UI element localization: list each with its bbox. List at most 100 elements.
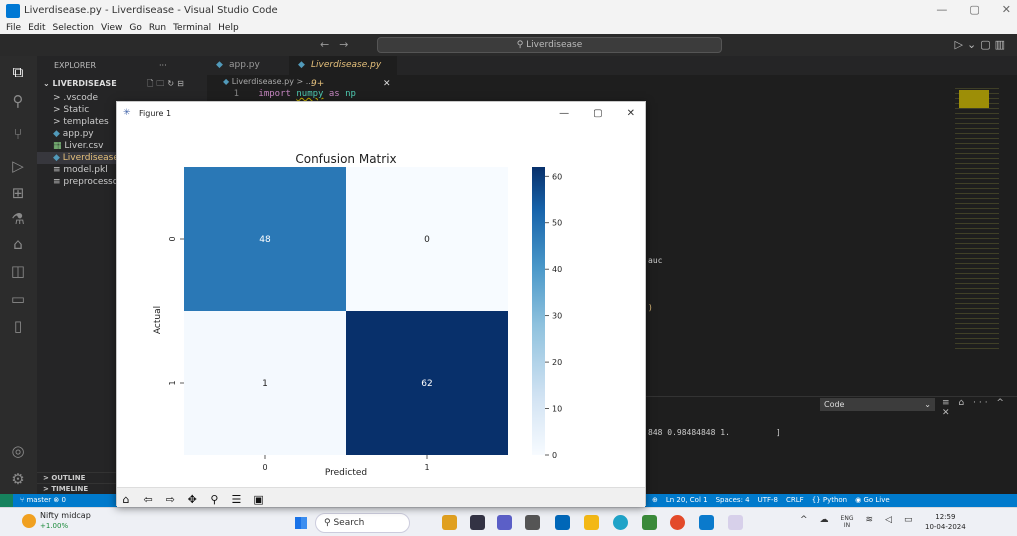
status-encoding[interactable]: UTF-8 bbox=[758, 494, 778, 507]
nav-arrows-icon[interactable]: ←→ bbox=[320, 38, 358, 51]
status-golive[interactable]: ◉ Go Live bbox=[855, 494, 890, 507]
save-icon[interactable]: ▣ bbox=[252, 493, 266, 507]
news-title: Nifty midcap bbox=[40, 511, 91, 520]
colorbar-tick-label: 0 bbox=[552, 451, 557, 460]
breadcrumb-path[interactable]: Liverdisease.py > ... bbox=[232, 77, 314, 86]
source-control-icon[interactable]: ⑂ bbox=[8, 124, 28, 144]
explorer-icon[interactable]: ⧉ bbox=[8, 62, 28, 82]
file-explorer-icon[interactable] bbox=[584, 515, 599, 530]
tab-liverdisease-py[interactable]: ◆ Liverdisease.py 9+ ✕ bbox=[289, 56, 397, 89]
command-search-text: Liverdisease bbox=[526, 40, 583, 50]
widgets-app-icon[interactable] bbox=[442, 515, 457, 530]
settings-gear-icon[interactable]: ⚙ bbox=[8, 469, 28, 489]
zoom-icon[interactable]: ⚲ bbox=[207, 493, 221, 507]
status-position[interactable]: Ln 20, Col 1 bbox=[666, 494, 708, 507]
close-button[interactable]: ✕ bbox=[1002, 3, 1011, 16]
status-eol[interactable]: CRLF bbox=[786, 494, 804, 507]
task-view-icon[interactable] bbox=[470, 515, 485, 530]
status-errors[interactable]: ⊗ 0 bbox=[53, 496, 66, 504]
copilot-icon[interactable] bbox=[525, 515, 540, 530]
code-fragment-paren: ) bbox=[648, 303, 653, 312]
search-icon: ⚲ bbox=[516, 40, 527, 50]
window-controls: — ▢ ✕ bbox=[936, 3, 1011, 16]
notebook-icon[interactable]: ▯ bbox=[8, 316, 28, 336]
forward-icon[interactable]: ⇨ bbox=[163, 493, 177, 507]
remote-icon[interactable]: ⌂ bbox=[8, 234, 28, 254]
teams-icon[interactable] bbox=[497, 515, 512, 530]
extensions-icon[interactable]: ⊞ bbox=[8, 183, 28, 203]
terminal-panel-header: Code ⌄ ≡ ⌂ ··· ^ ✕ bbox=[646, 396, 1017, 418]
news-widget[interactable]: Nifty midcap +1.00% bbox=[40, 511, 91, 531]
pan-icon[interactable]: ✥ bbox=[185, 493, 199, 507]
status-spaces[interactable]: Spaces: 4 bbox=[716, 494, 750, 507]
news-widget-icon[interactable] bbox=[22, 514, 36, 528]
folder-name: LIVERDISEASE bbox=[52, 79, 117, 88]
python-figure-taskbar-icon[interactable] bbox=[728, 515, 743, 530]
panel-actions-icon[interactable]: ≡ ⌂ ··· ^ ✕ bbox=[942, 398, 1017, 418]
x-axis-label: Predicted bbox=[325, 468, 367, 478]
figure-titlebar: ✳ Figure 1 — ▢ ✕ bbox=[117, 102, 645, 125]
menu-edit[interactable]: Edit bbox=[28, 23, 45, 33]
maximize-button[interactable]: ▢ bbox=[969, 3, 979, 16]
settings-icon[interactable]: ☰ bbox=[229, 493, 243, 507]
edge-icon[interactable] bbox=[613, 515, 628, 530]
close-tab-icon[interactable]: ✕ bbox=[383, 75, 391, 94]
chrome-icon[interactable] bbox=[670, 515, 685, 530]
status-language[interactable]: {} Python bbox=[812, 494, 847, 507]
battery-icon[interactable]: ▭ bbox=[904, 515, 913, 529]
folder-header[interactable]: ⌄ LIVERDISEASE 🗋🗀↻⊟ bbox=[37, 76, 207, 92]
volume-icon[interactable]: ◁ bbox=[885, 515, 892, 529]
back-icon[interactable]: ⇦ bbox=[141, 493, 155, 507]
heatmap-value-label: 1 bbox=[262, 379, 268, 389]
menu-file[interactable]: File bbox=[6, 23, 21, 33]
remote-indicator-icon[interactable] bbox=[0, 494, 13, 507]
language-indicator[interactable]: ENG IN bbox=[841, 515, 854, 529]
status-branch[interactable]: master bbox=[26, 496, 51, 504]
chevron-down-icon: ⌄ bbox=[924, 400, 931, 409]
explorer-more-icon[interactable]: ··· bbox=[159, 56, 167, 76]
docker-icon[interactable]: ▭ bbox=[8, 289, 28, 309]
cloud-icon[interactable]: ☁ bbox=[820, 515, 829, 529]
vscode-taskbar-icon[interactable] bbox=[699, 515, 714, 530]
window-title: Liverdisease.py - Liverdisease - Visual … bbox=[24, 5, 278, 16]
folder-actions-icon[interactable]: 🗋🗀↻⊟ bbox=[147, 76, 187, 92]
colorbar-tick-label: 50 bbox=[552, 219, 562, 228]
menu-help[interactable]: Help bbox=[218, 23, 239, 33]
figure-close-button[interactable]: ✕ bbox=[627, 102, 635, 125]
chart-title: Confusion Matrix bbox=[295, 152, 396, 166]
command-search-input[interactable]: ⚲ Liverdisease bbox=[377, 37, 722, 53]
colorbar bbox=[532, 167, 545, 455]
account-icon[interactable]: ◎ bbox=[8, 441, 28, 461]
tab-app-py[interactable]: ◆ app.py bbox=[207, 56, 289, 75]
menu-terminal[interactable]: Terminal bbox=[173, 23, 211, 33]
figure-window: ✳ Figure 1 — ▢ ✕ Confusion Matrix 48 0 1… bbox=[116, 101, 646, 507]
terminal-select[interactable]: Code ⌄ bbox=[820, 398, 935, 411]
figure-minimize-button[interactable]: — bbox=[559, 102, 569, 125]
python-file-icon: ◆ bbox=[216, 60, 223, 70]
windows-start-icon[interactable] bbox=[295, 517, 307, 529]
run-debug-icon[interactable]: ▷ bbox=[8, 156, 28, 176]
store-icon[interactable] bbox=[555, 515, 570, 530]
menu-selection[interactable]: Selection bbox=[53, 23, 94, 33]
run-layout-icons[interactable]: ▷⌄▢▥ bbox=[955, 38, 1009, 51]
tray-chevron-icon[interactable]: ^ bbox=[800, 515, 808, 529]
code-line-1[interactable]: 1 import numpy as np bbox=[207, 88, 356, 100]
clock-time: 12:59 bbox=[935, 513, 956, 521]
menu-run[interactable]: Run bbox=[149, 23, 166, 33]
terminal-output-line: 848 0.98484848 1. bbox=[648, 428, 730, 437]
menu-view[interactable]: View bbox=[101, 23, 122, 33]
minimize-button[interactable]: — bbox=[936, 3, 947, 16]
zoom-status-icon[interactable]: ⊕ bbox=[652, 494, 658, 507]
minimap[interactable] bbox=[955, 88, 999, 350]
wifi-icon[interactable]: ≋ bbox=[865, 515, 873, 529]
home-icon[interactable]: ⌂ bbox=[119, 493, 133, 507]
testing-icon[interactable]: ⚗ bbox=[8, 209, 28, 229]
terminal-output-bracket: ] bbox=[776, 428, 781, 437]
menu-go[interactable]: Go bbox=[129, 23, 141, 33]
taskbar-clock[interactable]: 12:59 10-04-2024 bbox=[925, 512, 966, 532]
figure-maximize-button[interactable]: ▢ bbox=[593, 102, 602, 125]
taskbar-search[interactable]: ⚲ Search bbox=[315, 513, 410, 533]
search-activity-icon[interactable]: ⚲ bbox=[8, 91, 28, 111]
spreadsheet-app-icon[interactable] bbox=[642, 515, 657, 530]
database-icon[interactable]: ◫ bbox=[8, 261, 28, 281]
